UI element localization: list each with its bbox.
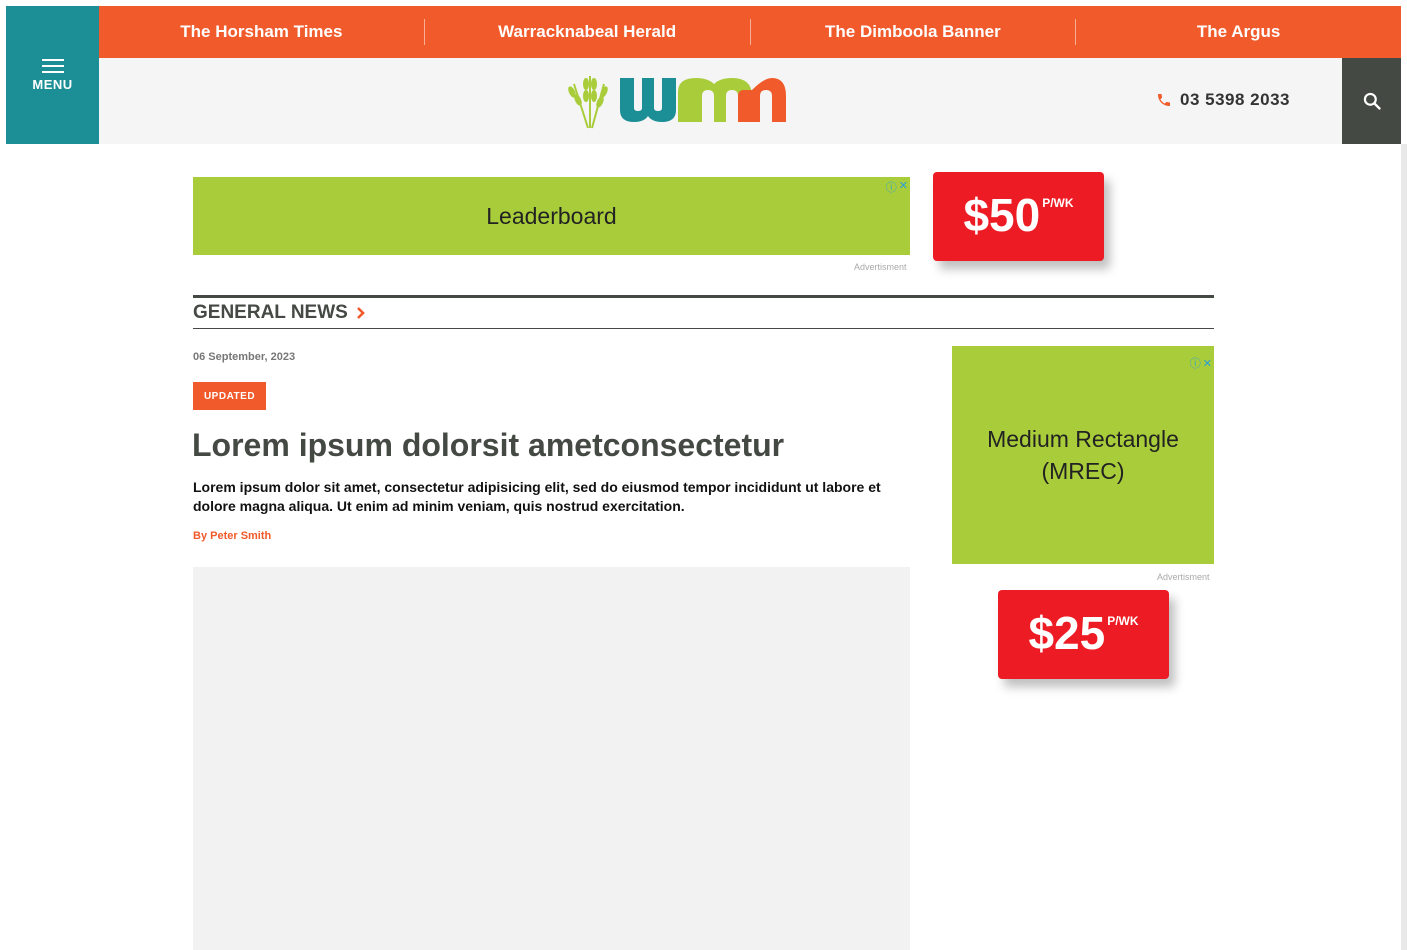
search-button[interactable] — [1342, 58, 1401, 144]
section-divider — [193, 295, 1214, 298]
article-hero-image[interactable] — [193, 567, 910, 950]
hamburger-icon — [41, 58, 64, 73]
article-headline[interactable]: Lorem ipsum dolorsit ametconsectetur — [192, 427, 912, 464]
mrec-ad-label-line1: Medium Rectangle — [987, 426, 1179, 452]
article-standfirst: Lorem ipsum dolor sit amet, consectetur … — [193, 479, 881, 514]
ad-caption: Advertisment — [854, 262, 907, 272]
scrollbar-track[interactable] — [1401, 144, 1407, 950]
price-tag-mrec: $25 P/WK — [998, 590, 1169, 679]
phone-link[interactable]: 03 5398 2033 — [1156, 90, 1290, 110]
mrec-ad[interactable]: Medium Rectangle (MREC) ⓘ ✕ — [952, 346, 1214, 564]
price-tag-leaderboard: $50 P/WK — [933, 172, 1104, 261]
price-period: P/WK — [1042, 196, 1074, 210]
adchoices-icon[interactable]: ⓘ — [1190, 348, 1201, 380]
section-divider — [193, 328, 1214, 329]
nav-item-the-argus[interactable]: The Argus — [1076, 22, 1401, 42]
adchoices-icon[interactable]: ⓘ — [886, 179, 897, 195]
masthead: 03 5398 2033 — [99, 58, 1342, 144]
close-icon[interactable]: ✕ — [1203, 348, 1212, 380]
search-icon — [1363, 92, 1381, 110]
network-nav: The Horsham Times Warracknabeal Herald T… — [99, 6, 1401, 58]
close-icon[interactable]: ✕ — [899, 179, 908, 195]
price-period: P/WK — [1107, 614, 1139, 628]
mrec-ad-label: Medium Rectangle (MREC) — [987, 423, 1179, 487]
nav-item-warracknabeal-herald[interactable]: Warracknabeal Herald — [425, 22, 750, 42]
leaderboard-ad-label: Leaderboard — [486, 202, 617, 229]
phone-icon — [1158, 94, 1170, 106]
nav-item-horsham-times[interactable]: The Horsham Times — [99, 22, 424, 42]
price-amount: $25 — [1028, 607, 1106, 659]
leaderboard-ad[interactable]: Leaderboard ⓘ ✕ — [193, 177, 910, 255]
section-link-general-news[interactable]: GENERAL NEWS — [193, 302, 366, 324]
ad-caption: Advertisment — [1157, 572, 1210, 582]
section-title: GENERAL NEWS — [193, 302, 348, 323]
article-date: 06 September, 2023 — [193, 351, 296, 363]
menu-button[interactable]: MENU — [6, 6, 99, 144]
status-badge: UPDATED — [193, 382, 266, 410]
phone-number: 03 5398 2033 — [1180, 90, 1290, 109]
adchoices-badge[interactable]: ⓘ ✕ — [1190, 348, 1212, 380]
adchoices-badge[interactable]: ⓘ ✕ — [886, 179, 908, 195]
mrec-ad-label-line2: (MREC) — [1041, 458, 1125, 484]
page: MENU The Horsham Times Warracknabeal Her… — [0, 0, 1407, 950]
menu-label: MENU — [32, 76, 73, 92]
price-amount: $50 — [963, 189, 1041, 241]
site-logo[interactable] — [564, 70, 786, 130]
article-byline[interactable]: By Peter Smith — [193, 530, 271, 542]
chevron-right-icon — [356, 307, 365, 319]
nav-item-dimboola-banner[interactable]: The Dimboola Banner — [751, 22, 1076, 42]
